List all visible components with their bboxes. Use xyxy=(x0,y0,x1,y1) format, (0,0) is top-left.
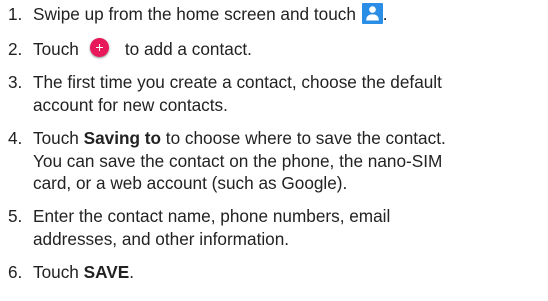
add-contact-button-icon xyxy=(89,38,109,57)
step-text: Touch xyxy=(33,262,79,282)
bold-ui-term: Saving to xyxy=(83,128,162,148)
step-text: to choose where to save the contact. xyxy=(165,128,446,148)
step-text: . xyxy=(382,4,388,24)
step-text: card, or a web account (such as Google). xyxy=(33,173,348,193)
step-number: 5. xyxy=(8,206,23,226)
bold-ui-term: SAVE xyxy=(83,262,130,282)
step-text: Swipe up from the home screen and touch xyxy=(33,4,356,24)
step-number: 1. xyxy=(8,4,23,24)
step-number: 3. xyxy=(8,72,23,92)
step-text: The first time you create a contact, cho… xyxy=(33,72,442,92)
step-text: Enter the contact name, phone numbers, e… xyxy=(33,206,391,226)
step-text: Touch xyxy=(33,39,79,59)
contacts-app-icon xyxy=(361,3,383,24)
step-text: Touch xyxy=(33,128,79,148)
step-text: You can save the contact on the phone, t… xyxy=(33,150,443,171)
step-text: to add a contact. xyxy=(124,39,252,59)
step-text: addresses, and other information. xyxy=(33,228,290,249)
step-text: account for new contacts. xyxy=(33,94,228,115)
step-number: 2. xyxy=(8,39,23,59)
step-number: 6. xyxy=(8,262,23,282)
step-text: . xyxy=(129,262,134,282)
step-number: 4. xyxy=(8,128,23,148)
